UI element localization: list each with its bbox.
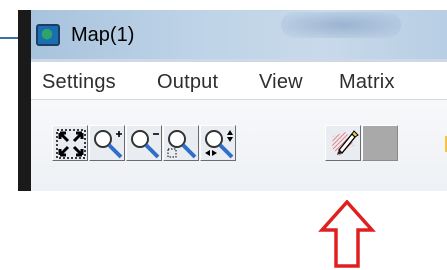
toolbar bbox=[31, 100, 447, 191]
menu-output[interactable]: Output bbox=[157, 71, 218, 94]
fit-extent-icon bbox=[56, 129, 86, 159]
zoom-step-icon bbox=[205, 130, 234, 159]
zoom-in-button[interactable] bbox=[89, 125, 125, 161]
screenshot: Map(1) Settings Output View Matrix bbox=[0, 0, 447, 270]
edit-map-button[interactable] bbox=[325, 125, 361, 161]
zoom-step-button[interactable] bbox=[200, 125, 236, 161]
zoom-out-button[interactable] bbox=[126, 125, 162, 161]
zoom-selection-button[interactable] bbox=[163, 125, 199, 161]
fit-extent-button[interactable] bbox=[52, 125, 88, 161]
title-bar[interactable]: Map(1) bbox=[31, 10, 447, 59]
edit-pencil-icon bbox=[332, 130, 359, 156]
annotation-up-arrow-icon bbox=[318, 200, 376, 268]
window-shadow bbox=[18, 10, 31, 191]
zoom-selection-icon bbox=[167, 130, 197, 159]
menu-view[interactable]: View bbox=[259, 71, 303, 94]
blank-disabled-button[interactable] bbox=[362, 125, 398, 161]
zoom-out-icon bbox=[131, 130, 160, 159]
menu-settings[interactable]: Settings bbox=[42, 71, 116, 94]
map-app-icon[interactable] bbox=[36, 24, 60, 46]
window-title: Map(1) bbox=[71, 24, 135, 46]
titlebar-glow bbox=[281, 12, 401, 38]
menu-bar: Settings Output View Matrix bbox=[31, 62, 447, 100]
menu-matrix[interactable]: Matrix bbox=[339, 71, 395, 94]
zoom-in-icon bbox=[94, 130, 123, 159]
